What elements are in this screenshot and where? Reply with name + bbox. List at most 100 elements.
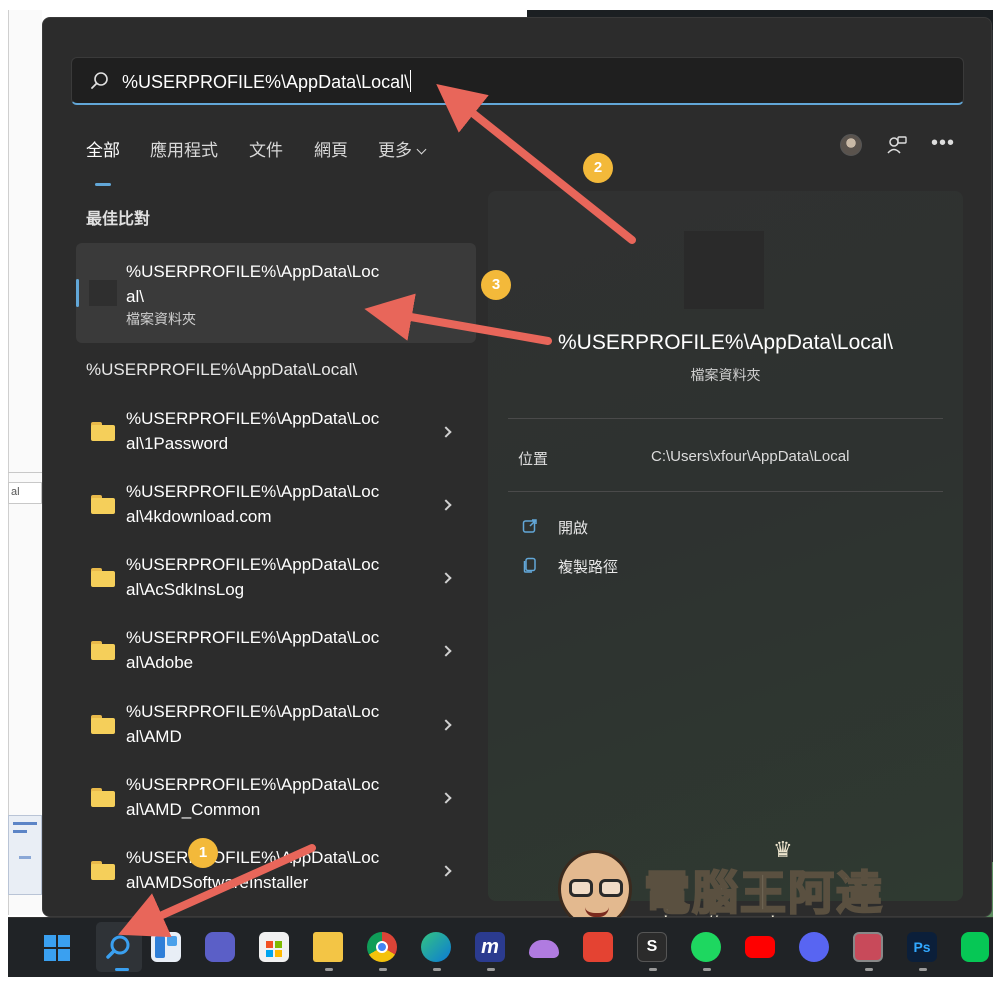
widgets-icon[interactable] <box>151 932 181 962</box>
list-item[interactable]: %USERPROFILE%\AppData\Loc al\AcSdkInsLog <box>76 544 476 616</box>
chrome-icon[interactable] <box>367 932 397 962</box>
detail-pane: %USERPROFILE%\AppData\Local\ 檔案資料夾 位置 C:… <box>488 191 963 901</box>
chevron-right-icon[interactable] <box>440 865 452 877</box>
tab-more[interactable]: 更多 <box>378 136 427 161</box>
folder-icon <box>91 568 115 587</box>
open-action-label: 開啟 <box>558 520 589 537</box>
file-explorer-icon[interactable] <box>313 932 343 962</box>
store-icon[interactable] <box>259 932 289 962</box>
best-match-subtitle: 檔案資料夾 <box>126 311 196 327</box>
youtube-icon[interactable] <box>745 936 775 958</box>
share-icon[interactable] <box>886 134 908 156</box>
list-item-name: %USERPROFILE%\AppData\Loc al\4kdownload.c… <box>126 482 380 526</box>
step-badge-3: 3 <box>481 270 511 300</box>
folder-thumbnail-icon <box>89 280 117 306</box>
running-indicator <box>379 968 387 971</box>
tab-all[interactable]: 全部 <box>86 136 120 161</box>
divider <box>508 491 943 492</box>
search-query-text: %USERPROFILE%\AppData\Local\ <box>122 70 412 92</box>
open-external-icon <box>522 519 537 533</box>
chevron-right-icon[interactable] <box>440 719 452 731</box>
tab-web[interactable]: 網頁 <box>314 136 348 161</box>
spotify-icon[interactable] <box>691 932 721 962</box>
chevron-right-icon[interactable] <box>440 792 452 804</box>
step-badge-1: 1 <box>188 838 218 868</box>
running-indicator <box>433 968 441 971</box>
running-indicator <box>325 968 333 971</box>
running-indicator <box>919 968 927 971</box>
teams-chat-icon[interactable] <box>205 932 235 962</box>
search-taskbar-button[interactable] <box>96 922 142 972</box>
s-app-icon[interactable]: S <box>637 932 667 962</box>
detail-subtitle: 檔案資料夾 <box>690 367 761 383</box>
best-match-title-line1: %USERPROFILE%\AppData\Loc <box>126 262 380 281</box>
more-options-icon[interactable]: ••• <box>931 132 955 155</box>
folder-icon <box>91 861 115 880</box>
folder-preview-icon <box>684 231 764 309</box>
search-icon <box>106 935 130 959</box>
search-input[interactable]: %USERPROFILE%\AppData\Local\ <box>71 57 964 105</box>
list-item-name: %USERPROFILE%\AppData\Loc al\Adobe <box>126 628 380 672</box>
running-indicator <box>649 968 657 971</box>
running-indicator <box>703 968 711 971</box>
location-value: C:\Users\xfour\AppData\Local <box>651 448 850 465</box>
list-item[interactable]: %USERPROFILE%\AppData\Loc al\AMD_Common <box>76 764 476 836</box>
list-item-name: %USERPROFILE%\AppData\Loc al\AMDSoftwareI… <box>126 848 380 892</box>
list-item-name: %USERPROFILE%\AppData\Loc al\AMD <box>126 702 380 746</box>
chevron-right-icon[interactable] <box>440 426 452 438</box>
screen-recorder-icon[interactable] <box>853 932 883 962</box>
list-item[interactable]: %USERPROFILE%\AppData\Loc al\Adobe <box>76 617 476 689</box>
chevron-right-icon[interactable] <box>440 499 452 511</box>
chevron-right-icon[interactable] <box>440 572 452 584</box>
avatar[interactable] <box>840 134 862 156</box>
list-item[interactable]: %USERPROFILE%\AppData\Loc al\AMD <box>76 691 476 763</box>
location-label: 位置 <box>518 451 549 468</box>
list-item[interactable]: %USERPROFILE%\AppData\Loc al\4kdownload.c… <box>76 471 476 543</box>
selection-accent <box>76 279 79 307</box>
tab-more-label: 更多 <box>378 141 412 160</box>
folder-icon <box>91 422 115 441</box>
background-field: al <box>8 482 42 504</box>
best-match-item[interactable]: %USERPROFILE%\AppData\Loc al\ 檔案資料夾 <box>76 243 476 343</box>
filter-tabs: 全部 應用程式 文件 網頁 更多 <box>43 136 743 166</box>
taskbar: m S Ps <box>8 917 993 977</box>
background-divider <box>8 472 42 473</box>
results-header: %USERPROFILE%\AppData\Local\ <box>86 360 358 379</box>
onedrive-icon[interactable] <box>529 940 559 958</box>
list-item[interactable]: %USERPROFILE%\AppData\Loc al\AMDSoftwareI… <box>76 837 476 909</box>
step-badge-2: 2 <box>583 153 613 183</box>
detail-title: %USERPROFILE%\AppData\Local\ <box>558 331 893 354</box>
app-m-icon[interactable]: m <box>475 932 505 962</box>
running-indicator <box>865 968 873 971</box>
divider <box>508 418 943 419</box>
list-item-name: %USERPROFILE%\AppData\Loc al\AcSdkInsLog <box>126 555 380 599</box>
search-icon <box>91 72 108 89</box>
running-indicator <box>487 968 495 971</box>
edge-icon[interactable] <box>421 932 451 962</box>
copy-path-icon <box>523 557 536 573</box>
background-window-left <box>8 10 42 915</box>
folder-icon <box>91 788 115 807</box>
active-app-indicator <box>115 968 129 971</box>
best-match-title: %USERPROFILE%\AppData\Loc al\ <box>126 259 426 309</box>
line-icon[interactable] <box>961 932 989 962</box>
list-item[interactable]: %USERPROFILE%\AppData\Loc al\1Password <box>76 398 476 470</box>
folder-icon <box>91 495 115 514</box>
tab-apps[interactable]: 應用程式 <box>150 136 218 161</box>
folder-icon <box>91 641 115 660</box>
todoist-icon[interactable] <box>583 932 613 962</box>
search-panel: %USERPROFILE%\AppData\Local\ 全部 應用程式 文件 … <box>42 17 992 917</box>
discord-icon[interactable] <box>799 932 829 962</box>
copy-path-action-label: 複製路徑 <box>558 559 619 576</box>
best-match-label: 最佳比對 <box>86 211 151 228</box>
windows-start-icon[interactable] <box>44 935 70 961</box>
photoshop-icon[interactable]: Ps <box>907 932 937 962</box>
folder-icon <box>91 715 115 734</box>
tab-documents[interactable]: 文件 <box>249 136 283 161</box>
chevron-right-icon[interactable] <box>440 645 452 657</box>
background-thumbnail <box>8 815 42 895</box>
chevron-down-icon <box>416 144 427 155</box>
list-item-name: %USERPROFILE%\AppData\Loc al\1Password <box>126 409 380 453</box>
active-tab-indicator <box>95 183 111 186</box>
list-item-name: %USERPROFILE%\AppData\Loc al\AMD_Common <box>126 775 380 819</box>
